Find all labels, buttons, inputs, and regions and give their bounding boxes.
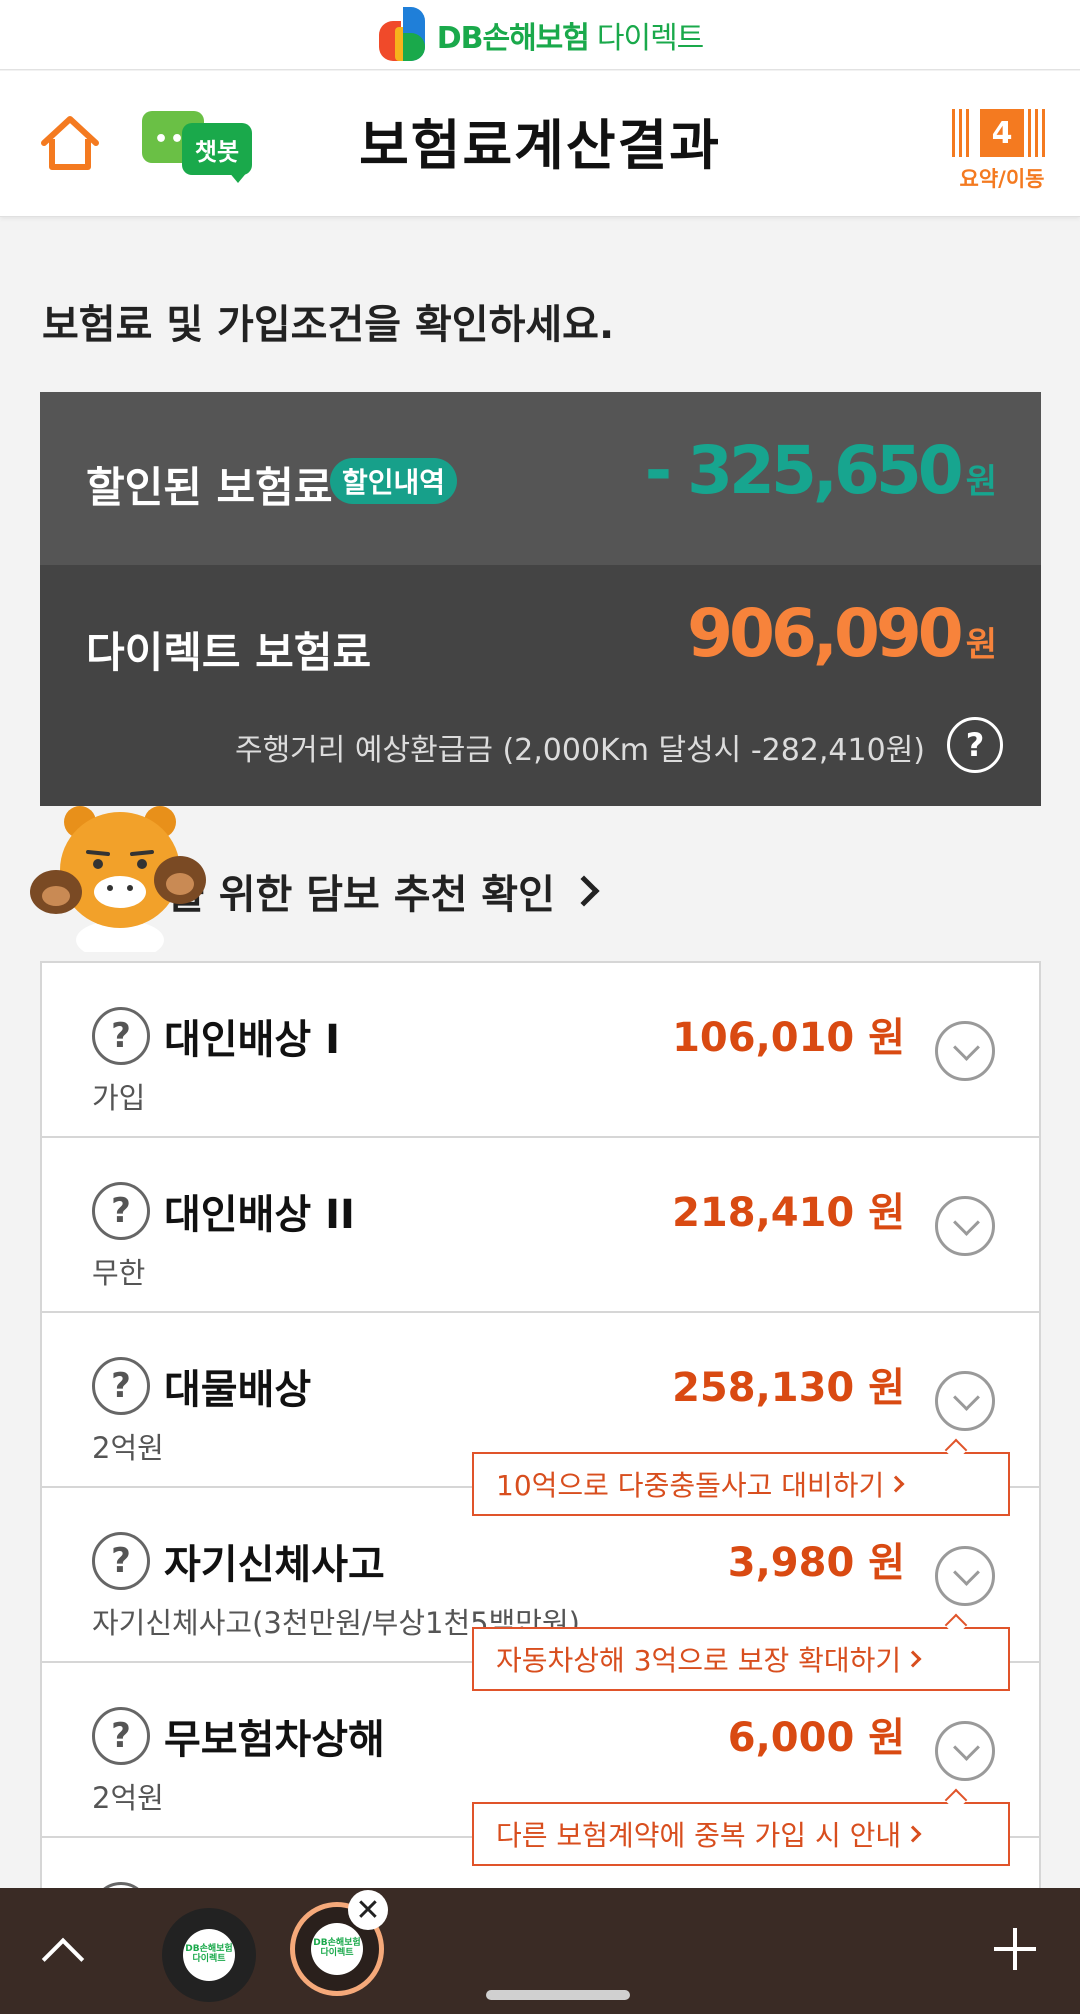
upsell-tip-auto-injury[interactable]: 자동차상해 3억으로 보장 확대하기: [472, 1627, 1010, 1691]
page-title: 보험료계산결과: [359, 114, 721, 177]
discount-row: 할인된 보험료 할인내역 - 325,650 원: [40, 392, 1041, 565]
coverage-list: ? 대인배상 I 가입 106,010 원 ? 대인배상 II 무한 218,4…: [40, 961, 1041, 1891]
coverage-help-icon[interactable]: ?: [92, 1532, 150, 1590]
brand-name-text: DB손해보험: [436, 20, 590, 56]
chevron-down-icon[interactable]: [935, 1196, 995, 1256]
coverage-item[interactable]: ? 대인배상 II 무한 218,410 원: [42, 1138, 1039, 1313]
coverage-recommend-link[interactable]: 을 위한 담보 추천 확인: [168, 862, 600, 920]
coverage-name: 자기신체사고: [164, 1542, 385, 1588]
tip-text: 10억으로 다중충돌사고 대비하기: [496, 1469, 885, 1502]
premium-summary: 할인된 보험료 할인내역 - 325,650 원 다이렉트 보험료 906,09…: [40, 392, 1041, 806]
discount-amount-value: - 325,650: [644, 432, 964, 509]
coverage-price: 6,000 원: [727, 1715, 905, 1761]
chevron-down-icon[interactable]: [935, 1721, 995, 1781]
home-icon: [41, 116, 99, 170]
new-tab-plus-icon[interactable]: [994, 1928, 1036, 1970]
browser-tab-1[interactable]: DB손해보험 다이렉트: [162, 1908, 256, 2002]
coverage-name: 대인배상 II: [164, 1192, 355, 1238]
tab-favicon-icon: DB손해보험 다이렉트: [183, 1929, 235, 1981]
home-indicator[interactable]: [486, 1990, 630, 2000]
chevron-down-icon[interactable]: [935, 1371, 995, 1431]
chevron-down-icon[interactable]: [935, 1021, 995, 1081]
coverage-option: 가입: [92, 1081, 146, 1115]
coverage-help-icon[interactable]: ?: [92, 1182, 150, 1240]
brand-name: DB손해보험 다이렉트: [436, 13, 705, 57]
step-bars-right: [1028, 109, 1052, 157]
page-header: •• 챗봇 보험료계산결과 4 요약/이동: [0, 71, 1080, 217]
chevron-right-icon: [887, 1475, 905, 1493]
lion-mascot-image: [28, 800, 208, 960]
direct-premium-unit: 원: [965, 625, 997, 665]
coverage-help-icon[interactable]: ?: [92, 1357, 150, 1415]
summary-step-button[interactable]: 4 요약/이동: [950, 107, 1054, 199]
discount-label: 할인된 보험료: [86, 463, 333, 512]
coverage-item[interactable]: ? 대인배상 I 가입 106,010 원: [42, 963, 1039, 1138]
coverage-option: 2억원: [92, 1781, 164, 1815]
coverage-price: 106,010 원: [672, 1015, 905, 1061]
coverage-name: 대물배상: [164, 1367, 312, 1413]
step-bars-left: [952, 109, 976, 157]
refund-help-icon[interactable]: ?: [947, 717, 1003, 773]
coverage-price: 258,130 원: [672, 1365, 905, 1411]
chevron-up-icon[interactable]: [41, 1937, 85, 1981]
coverage-name: 대인배상 I: [164, 1017, 341, 1063]
direct-premium-label: 다이렉트 보험료: [86, 628, 372, 677]
chevron-right-icon: [904, 1650, 922, 1668]
coverage-option: 무한: [92, 1256, 146, 1290]
tab-favicon-icon: DB손해보험 다이렉트: [311, 1923, 363, 1975]
mileage-refund-note: 주행거리 예상환급금 (2,000Km 달성시 -282,410원): [234, 733, 925, 768]
direct-premium-row: 다이렉트 보험료 906,090 원 주행거리 예상환급금 (2,000Km 달…: [40, 565, 1041, 806]
step-number: 4: [980, 109, 1024, 157]
tip-text: 자동차상해 3억으로 보장 확대하기: [496, 1644, 902, 1677]
step-label: 요약/이동: [959, 167, 1045, 191]
upsell-tip-property-damage[interactable]: 10억으로 다중충돌사고 대비하기: [472, 1452, 1010, 1516]
coverage-help-icon[interactable]: ?: [92, 1707, 150, 1765]
chatbot-label: 챗봇: [182, 123, 252, 175]
direct-premium-amount: 906,090 원: [687, 595, 997, 672]
chevron-right-icon: [568, 875, 600, 907]
coverage-name: 무보험차상해: [164, 1717, 385, 1763]
coverage-price: 218,410 원: [672, 1190, 905, 1236]
recommend-text: 을 위한 담보 추천 확인: [168, 872, 555, 918]
coverage-help-icon[interactable]: ?: [92, 1007, 150, 1065]
discount-detail-button[interactable]: 할인내역: [330, 458, 458, 504]
brand-mark-icon: [377, 6, 429, 63]
discount-amount: - 325,650 원: [645, 432, 997, 509]
coverage-option: 2억원: [92, 1431, 164, 1465]
intro-heading: 보험료 및 가입조건을 확인하세요.: [42, 302, 615, 348]
close-tab-icon[interactable]: ✕: [348, 1890, 388, 1930]
home-button[interactable]: [38, 113, 102, 173]
direct-premium-value: 906,090: [687, 595, 964, 672]
brand-suffix: 다이렉트: [596, 20, 704, 56]
brand-logo: DB손해보험 다이렉트: [377, 6, 705, 63]
tip-text: 다른 보험계약에 중복 가입 시 안내: [496, 1819, 902, 1852]
chatbot-button[interactable]: •• 챗봇: [142, 111, 252, 187]
chevron-down-icon[interactable]: [935, 1546, 995, 1606]
chevron-right-icon: [904, 1825, 922, 1843]
upsell-tip-duplicate-coverage[interactable]: 다른 보험계약에 중복 가입 시 안내: [472, 1802, 1010, 1866]
discount-amount-unit: 원: [965, 462, 997, 502]
brand-bar: DB손해보험 다이렉트: [0, 0, 1080, 70]
coverage-price: 3,980 원: [727, 1540, 905, 1586]
